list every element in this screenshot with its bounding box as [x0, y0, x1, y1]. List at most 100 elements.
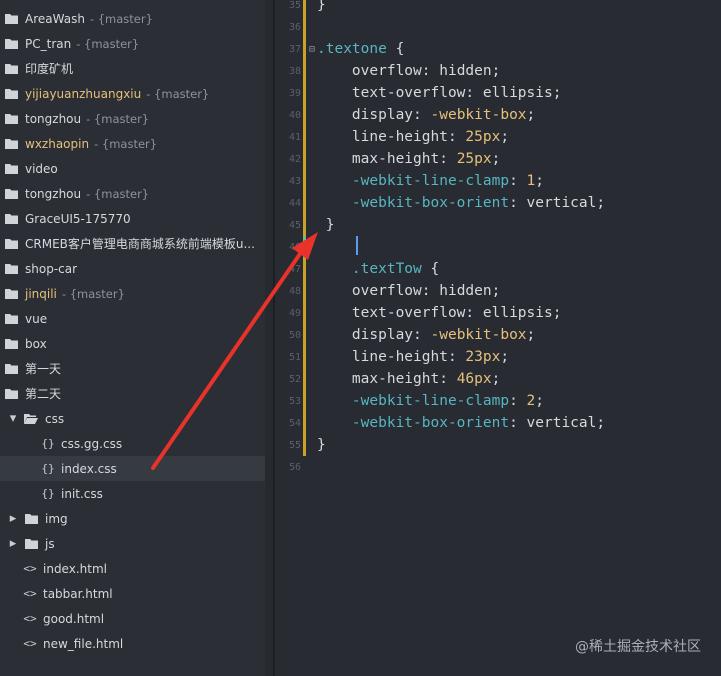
tree-item[interactable]: CRMEB客户管理电商商城系统前端模板u...: [0, 231, 265, 256]
fold-toggle-icon[interactable]: ⊟: [307, 44, 317, 55]
code-line[interactable]: 55}: [275, 434, 721, 456]
code-text: -webkit-box-orient: vertical;: [351, 195, 606, 211]
tree-item[interactable]: vue: [0, 306, 265, 331]
tree-item[interactable]: {} init.css: [0, 481, 265, 506]
chevron-right-icon[interactable]: ▸: [8, 536, 18, 551]
tree-item-label: GraceUI5-175770: [25, 211, 131, 226]
code-line[interactable]: 49 text-overflow: ellipsis;: [275, 302, 721, 324]
tree-item[interactable]: box: [0, 331, 265, 356]
code-line[interactable]: 53 -webkit-line-clamp: 2;: [275, 390, 721, 412]
tree-item[interactable]: video: [0, 156, 265, 181]
line-number: 41: [288, 131, 301, 143]
tree-item[interactable]: ▸ js: [0, 531, 265, 556]
folder-icon: [4, 212, 18, 226]
tree-item-label: img: [45, 511, 68, 526]
tree-item[interactable]: ▾ css: [0, 406, 265, 431]
tree-item[interactable]: tongzhou - {master}: [0, 106, 265, 131]
tree-item-label: CRMEB客户管理电商商城系统前端模板u...: [25, 237, 255, 251]
code-line[interactable]: 42 max-height: 25px;: [275, 148, 721, 170]
code-text: }: [317, 437, 326, 453]
git-branch-label: - {master}: [94, 136, 158, 151]
chevron-down-icon[interactable]: ▾: [8, 411, 18, 426]
tree-item[interactable]: wxzhaopin - {master}: [0, 131, 265, 156]
line-number: 52: [288, 373, 301, 385]
code-line[interactable]: 54 -webkit-box-orient: vertical;: [275, 412, 721, 434]
line-number: 53: [288, 395, 301, 407]
line-number: 48: [288, 285, 301, 297]
tree-item-label: tongzhou: [25, 111, 82, 126]
tree-item[interactable]: 第一天: [0, 356, 265, 381]
code-line[interactable]: 36: [275, 16, 721, 38]
code-line[interactable]: 45 }: [275, 214, 721, 236]
line-number: 37: [288, 43, 301, 55]
folder-icon: [24, 537, 38, 551]
code-line[interactable]: 46: [275, 236, 721, 258]
html-file-icon: <>: [23, 637, 37, 650]
line-number: 50: [288, 329, 301, 341]
tree-item[interactable]: GraceUI5-175770: [0, 206, 265, 231]
tree-item[interactable]: AreaWash - {master}: [0, 6, 265, 31]
line-number: 45: [288, 219, 301, 231]
code-text: max-height: 25px;: [351, 151, 501, 167]
git-branch-label: - {master}: [76, 36, 140, 51]
line-number: 44: [288, 197, 301, 209]
code-line[interactable]: 52 max-height: 46px;: [275, 368, 721, 390]
tree-item[interactable]: shop-car: [0, 256, 265, 281]
tree-item[interactable]: PC_tran - {master}: [0, 31, 265, 56]
code-line[interactable]: 50 display: -webkit-box;: [275, 324, 721, 346]
tree-item-label: index.html: [43, 561, 107, 576]
code-line[interactable]: 44 -webkit-box-orient: vertical;: [275, 192, 721, 214]
tree-item-label: tabbar.html: [43, 586, 113, 601]
folder-icon: [4, 287, 18, 301]
tree-item-label: css: [45, 411, 65, 426]
line-number: 36: [288, 21, 301, 33]
tree-item[interactable]: <> tabbar.html: [0, 581, 265, 606]
tree-item-label: css.gg.css: [61, 436, 123, 451]
tree-item-label: 第二天: [25, 387, 62, 401]
tree-item-label: new_file.html: [43, 636, 124, 651]
git-branch-label: - {master}: [146, 86, 210, 101]
tree-item[interactable]: jinqili - {master}: [0, 281, 265, 306]
tree-item[interactable]: 第二天: [0, 381, 265, 406]
tree-item[interactable]: yijiayuanzhuangxiu - {master}: [0, 81, 265, 106]
tree-item[interactable]: {} css.gg.css: [0, 431, 265, 456]
code-editor[interactable]: 35} 36 37 ⊟ .textone {38 overflow: hidden; 39…: [275, 0, 721, 676]
html-file-icon: <>: [23, 587, 37, 600]
css-file-icon: {}: [41, 487, 55, 500]
code-line[interactable]: 51 line-height: 23px;: [275, 346, 721, 368]
code-line[interactable]: 37 ⊟ .textone {: [275, 38, 721, 60]
tree-item[interactable]: <> good.html: [0, 606, 265, 631]
tree-item[interactable]: {} index.css: [0, 456, 265, 481]
code-line[interactable]: 48 overflow: hidden;: [275, 280, 721, 302]
code-text: text-overflow: ellipsis;: [351, 85, 562, 101]
line-number: 39: [288, 87, 301, 99]
code-line[interactable]: 38 overflow: hidden;: [275, 60, 721, 82]
tree-item[interactable]: tongzhou - {master}: [0, 181, 265, 206]
tree-item-label: 第一天: [25, 362, 62, 376]
tree-item-label: box: [25, 336, 47, 351]
code-line[interactable]: 41 line-height: 25px;: [275, 126, 721, 148]
code-text: -webkit-line-clamp: 2;: [351, 393, 544, 409]
line-number: 38: [288, 65, 301, 77]
tree-item-label: vue: [25, 311, 48, 326]
code-line[interactable]: 40 display: -webkit-box;: [275, 104, 721, 126]
chevron-right-icon[interactable]: ▸: [8, 511, 18, 526]
line-number: 51: [288, 351, 301, 363]
code-text: -webkit-box-orient: vertical;: [351, 415, 606, 431]
line-number: 55: [288, 439, 301, 451]
css-file-icon: {}: [41, 462, 55, 475]
folder-icon: [24, 512, 38, 526]
code-line[interactable]: 35}: [275, 0, 721, 16]
code-line[interactable]: 56: [275, 456, 721, 478]
tree-item[interactable]: 印度矿机: [0, 56, 265, 81]
code-line[interactable]: 43 -webkit-line-clamp: 1;: [275, 170, 721, 192]
code-line[interactable]: 47 .textTow {: [275, 258, 721, 280]
watermark: @稀土掘金技术社区: [575, 639, 701, 655]
code-line[interactable]: 39 text-overflow: ellipsis;: [275, 82, 721, 104]
tree-item-label: jinqili: [25, 286, 57, 301]
html-file-icon: <>: [23, 562, 37, 575]
tree-item[interactable]: <> new_file.html: [0, 631, 265, 656]
tree-item[interactable]: <> index.html: [0, 556, 265, 581]
sidebar-gap: [265, 0, 273, 676]
tree-item[interactable]: ▸ img: [0, 506, 265, 531]
